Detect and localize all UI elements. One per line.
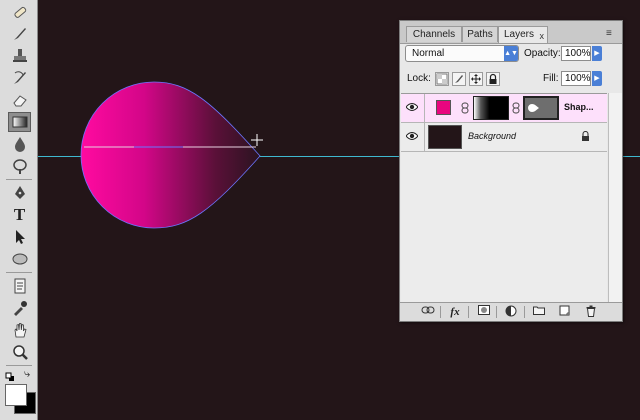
lock-icon [582, 131, 589, 141]
shape-color-thumbnail[interactable] [436, 100, 451, 115]
history-brush-icon[interactable] [8, 68, 31, 88]
opacity-label: Opacity: [524, 48, 561, 59]
fill-arrow-icon[interactable]: ▶ [592, 71, 602, 86]
new-group-icon[interactable] [531, 305, 547, 319]
panel-menu-icon[interactable]: ≡ [606, 28, 612, 39]
background-thumbnail[interactable] [428, 125, 462, 149]
lock-position-icon[interactable] [469, 72, 483, 86]
opacity-arrow-icon[interactable]: ▶ [592, 46, 602, 61]
dropdown-arrow-icon: ▲▼ [504, 46, 518, 61]
teardrop-mask-icon [528, 104, 539, 112]
default-colors-icon[interactable] [5, 369, 15, 381]
crosshair-cursor-icon [251, 134, 263, 146]
layers-scrollbar[interactable] [608, 93, 622, 308]
footer-divider [440, 306, 441, 318]
notes-icon[interactable] [8, 276, 31, 296]
blend-mode-value: Normal [412, 48, 445, 59]
gradient-tool-icon[interactable] [8, 112, 31, 132]
blend-mode-select[interactable]: Normal ▲▼ [405, 45, 519, 62]
clone-stamp-icon[interactable] [8, 46, 31, 66]
visibility-column-divider [424, 94, 425, 122]
eyedropper-icon[interactable] [8, 298, 31, 318]
blur-icon[interactable] [8, 134, 31, 154]
teardrop-shape[interactable] [80, 81, 261, 229]
toolbar-divider [6, 272, 32, 273]
ellipse-icon[interactable] [8, 249, 31, 269]
healing-brush-icon[interactable] [8, 2, 31, 22]
footer-divider [468, 306, 469, 318]
type-icon[interactable]: T [8, 205, 31, 225]
tools-panel: T ⤷ [0, 0, 38, 420]
eraser-icon[interactable] [8, 90, 31, 110]
layer-name-shape[interactable]: Shap... [564, 102, 594, 112]
dodge-icon[interactable] [8, 156, 31, 176]
tab-paths[interactable]: Paths [462, 26, 498, 42]
gradient-fill-thumbnail[interactable] [473, 96, 509, 120]
fill-field[interactable]: 100% [561, 71, 591, 86]
pen-icon[interactable] [8, 183, 31, 203]
vector-mask-thumbnail[interactable] [523, 96, 559, 120]
new-layer-icon[interactable] [557, 305, 573, 319]
fx-icon[interactable]: fx [447, 305, 463, 319]
chain-link-icon[interactable] [461, 102, 469, 114]
path-selection-icon[interactable] [8, 227, 31, 247]
layers-list: Shap... Background [401, 93, 607, 309]
lock-pixels-icon[interactable] [452, 72, 466, 86]
type-glyph: T [13, 205, 26, 224]
footer-divider [524, 306, 525, 318]
trash-icon[interactable] [583, 305, 599, 319]
link-layers-icon[interactable] [420, 305, 436, 319]
adjustment-layer-icon[interactable] [503, 305, 519, 319]
layer-row-shape[interactable]: Shap... [401, 94, 607, 123]
eye-visibility-icon[interactable] [406, 131, 418, 141]
toolbar-divider [6, 179, 32, 180]
add-mask-icon[interactable] [476, 305, 492, 319]
foreground-color-swatch[interactable] [5, 384, 27, 406]
zoom-icon[interactable] [8, 342, 31, 362]
swap-colors-icon[interactable]: ⤷ [24, 368, 30, 381]
brush-icon[interactable] [8, 24, 31, 44]
hand-icon[interactable] [8, 320, 31, 340]
fill-label: Fill: [543, 73, 559, 84]
tab-layers[interactable]: Layers x [498, 26, 548, 43]
visibility-column-divider [424, 123, 425, 151]
close-tab-icon[interactable]: x [540, 28, 545, 44]
opacity-field[interactable]: 100% [561, 46, 591, 61]
layer-row-background[interactable]: Background [401, 123, 607, 152]
lock-transparent-icon[interactable] [435, 72, 449, 86]
tab-channels[interactable]: Channels [406, 26, 462, 42]
eye-visibility-icon[interactable] [406, 102, 418, 112]
lock-label: Lock: [407, 73, 431, 84]
tab-layers-label: Layers [504, 29, 535, 40]
layer-name-background[interactable]: Background [468, 131, 516, 141]
toolbar-divider [6, 365, 32, 366]
lock-all-icon[interactable] [486, 72, 500, 86]
layers-footer: fx [400, 302, 622, 321]
panel-tab-bar: Channels Paths Layers x ≡ [400, 21, 622, 44]
chain-link-icon[interactable] [512, 102, 520, 114]
layers-panel: Channels Paths Layers x ≡ Normal ▲▼ Opac… [399, 20, 623, 322]
footer-divider [496, 306, 497, 318]
